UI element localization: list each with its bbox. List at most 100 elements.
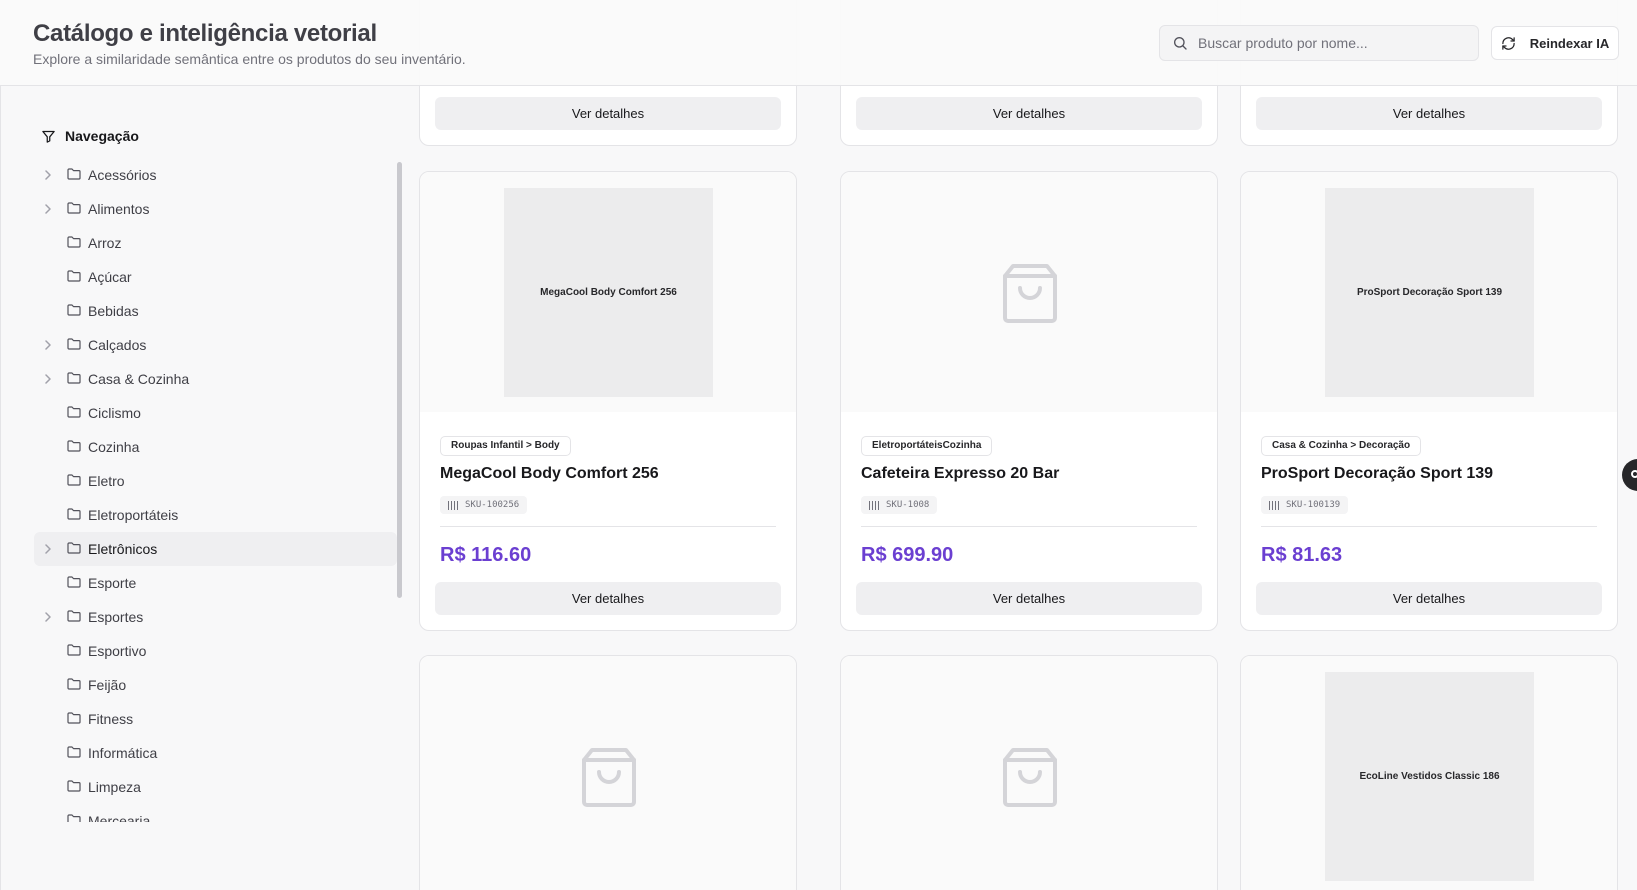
sidebar-item[interactable]: Ciclismo	[34, 396, 397, 430]
view-details-button[interactable]: Ver detalhes	[856, 582, 1202, 615]
product-image-placeholder: ProSport Decoração Sport 139	[1325, 188, 1534, 397]
sidebar-item[interactable]: Casa & Cozinha	[34, 362, 397, 396]
sidebar-item-label: Ciclismo	[88, 405, 141, 421]
sidebar-item[interactable]: Limpeza	[34, 770, 397, 804]
sidebar-item-label: Arroz	[88, 235, 122, 251]
view-details-button[interactable]: Ver detalhes	[1256, 582, 1602, 615]
sidebar-item-label: Mercearia	[88, 813, 151, 822]
product-card: EcoLine Vestidos Classic 186	[1240, 655, 1618, 890]
product-name: ProSport Decoração Sport 139	[1261, 465, 1494, 482]
product-name: Cafeteira Expresso 20 Bar	[861, 465, 1060, 482]
folder-icon	[67, 202, 81, 214]
sidebar-item-label: Calçados	[88, 337, 147, 353]
sidebar-item[interactable]: Cozinha	[34, 430, 397, 464]
sidebar-item[interactable]: Alimentos	[34, 192, 397, 226]
chevron-right-icon	[45, 340, 51, 350]
folder-icon	[67, 542, 81, 554]
folder-icon	[67, 508, 81, 520]
category-badge: Casa & Cozinha > Decoração	[1261, 436, 1422, 456]
sidebar-item-label: Açúcar	[88, 269, 132, 285]
chevron-right-icon	[45, 374, 51, 384]
product-card: MegaCool Body Comfort 256 Roupas Infanti…	[419, 171, 797, 631]
sidebar-item[interactable]: Eletro	[34, 464, 397, 498]
barcode-icon	[1269, 500, 1279, 510]
sidebar-item[interactable]: Acessórios	[34, 158, 397, 192]
product-image	[420, 656, 796, 890]
product-image-placeholder: EcoLine Vestidos Classic 186	[1325, 672, 1534, 881]
folder-icon	[67, 814, 81, 822]
chevron-right-icon	[45, 612, 51, 622]
shopping-bag-icon	[1003, 748, 1057, 807]
folder-icon	[67, 746, 81, 758]
folder-icon	[67, 406, 81, 418]
reindex-label: Reindexar IA	[1529, 35, 1610, 51]
sidebar-item[interactable]: Arroz	[34, 226, 397, 260]
shopping-bag-icon	[582, 748, 636, 807]
folder-icon	[67, 270, 81, 282]
sidebar-item-label: Informática	[88, 745, 158, 761]
category-tree: Acessórios Alimentos Arroz Açúcar Bebidas Cal…	[34, 158, 397, 822]
navigation-heading: Navegação	[41, 128, 139, 144]
page-subtitle: Explore a similaridade semântica entre o…	[33, 51, 466, 67]
product-card	[419, 655, 797, 890]
sidebar-item-label: Bebidas	[88, 303, 139, 319]
view-details-button[interactable]: Ver detalhes	[856, 97, 1202, 130]
search-box[interactable]	[1159, 25, 1479, 61]
sidebar-item-label: Limpeza	[88, 779, 141, 795]
folder-icon	[67, 372, 81, 384]
sidebar-item-label: Acessórios	[88, 167, 157, 183]
sku-badge: SKU-100139	[1261, 496, 1349, 514]
sidebar-item-label: Cozinha	[88, 439, 140, 455]
chevron-right-icon	[45, 204, 51, 214]
product-image-placeholder: MegaCool Body Comfort 256	[504, 188, 713, 397]
category-badge: Roupas Infantil > Body	[440, 436, 571, 456]
view-details-button[interactable]: Ver detalhes	[435, 582, 781, 615]
filter-icon	[42, 130, 55, 143]
sidebar-scrollbar[interactable]	[397, 162, 402, 598]
folder-icon	[67, 712, 81, 724]
sidebar-item[interactable]: Calçados	[34, 328, 397, 362]
product-image: MegaCool Body Comfort 256	[420, 172, 796, 412]
product-image	[841, 656, 1217, 890]
sidebar-item-label: Fitness	[88, 711, 134, 727]
sidebar-item-label: Esportes	[88, 609, 144, 625]
sidebar-item[interactable]: Esportes	[34, 600, 397, 634]
folder-icon	[67, 474, 81, 486]
sku-badge: SKU-100256	[440, 496, 528, 514]
sidebar-item-label: Eletrônicos	[88, 541, 158, 557]
page-title: Catálogo e inteligência vetorial	[33, 20, 377, 47]
folder-icon	[67, 576, 81, 588]
view-details-button[interactable]: Ver detalhes	[1256, 97, 1602, 130]
sidebar-item-label: Esportivo	[88, 643, 147, 659]
folder-icon	[67, 610, 81, 622]
sku-text: SKU-100256	[465, 500, 520, 510]
sidebar-item[interactable]: Açúcar	[34, 260, 397, 294]
view-details-button[interactable]: Ver detalhes	[435, 97, 781, 130]
folder-icon	[67, 440, 81, 452]
search-input[interactable]	[1198, 35, 1468, 51]
reindex-button[interactable]: Reindexar IA	[1491, 26, 1619, 60]
sidebar-item[interactable]: Mercearia	[34, 804, 397, 822]
chevron-right-icon	[45, 544, 51, 554]
chevron-right-icon	[45, 170, 51, 180]
product-price: R$ 699.90	[861, 544, 954, 566]
product-card	[840, 655, 1218, 890]
divider	[440, 526, 776, 527]
product-image: ProSport Decoração Sport 139	[1241, 172, 1617, 412]
sidebar-item[interactable]: Fitness	[34, 702, 397, 736]
assistant-icon	[1631, 470, 1637, 478]
sidebar-item[interactable]: Esportivo	[34, 634, 397, 668]
sidebar-item[interactable]: Eletrônicos	[34, 532, 397, 566]
sidebar-item-label: Alimentos	[88, 201, 150, 217]
sidebar-item[interactable]: Eletroportáteis	[34, 498, 397, 532]
barcode-icon	[448, 500, 458, 510]
category-badge: EletroportáteisCozinha	[861, 436, 993, 456]
folder-icon	[67, 236, 81, 248]
sidebar-item[interactable]: Feijão	[34, 668, 397, 702]
product-price: R$ 116.60	[440, 544, 532, 566]
sidebar-item[interactable]: Esporte	[34, 566, 397, 600]
product-card: EletroportáteisCozinha Cafeteira Express…	[840, 171, 1218, 631]
product-price: R$ 81.63	[1261, 544, 1343, 566]
sidebar-item[interactable]: Informática	[34, 736, 397, 770]
sidebar-item[interactable]: Bebidas	[34, 294, 397, 328]
